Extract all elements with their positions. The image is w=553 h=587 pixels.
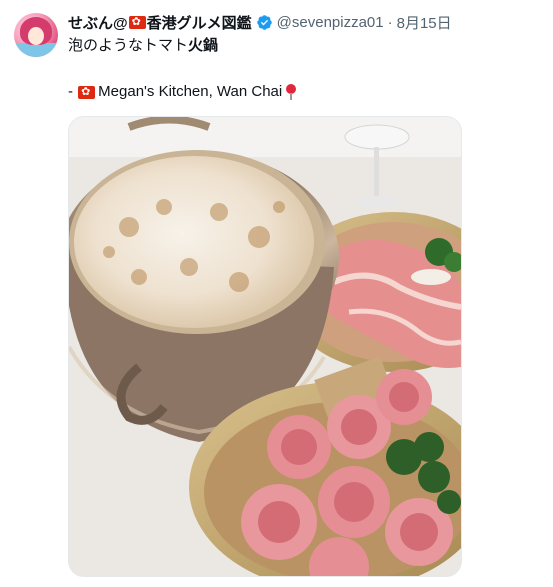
hong-kong-flag-icon	[128, 14, 146, 30]
wine-glass-stem	[374, 147, 379, 197]
location-text: Megan's Kitchen, Wan Chai	[98, 83, 283, 100]
display-name[interactable]: せぶん@ 香港グルメ図鑑	[68, 12, 273, 33]
avatar-face	[28, 27, 44, 45]
tweet-photo[interactable]	[68, 116, 462, 577]
wine-glass	[344, 124, 410, 150]
tweet-text-bold: 火鍋	[188, 37, 219, 54]
avatar[interactable]	[14, 13, 58, 57]
separator: ·	[387, 13, 393, 31]
tweet-text-line2: - Megan's Kitchen, Wan Chai	[68, 82, 297, 102]
tweet-date[interactable]: 8月15日	[397, 12, 452, 33]
round-pushpin-icon	[285, 84, 297, 100]
tweet-text-line1: 泡のようなトマト火鍋	[68, 36, 218, 56]
tweet-header: せぶん@ 香港グルメ図鑑 @sevenpizza01 · 8月15日	[68, 11, 452, 33]
user-handle[interactable]: @sevenpizza01	[277, 14, 384, 31]
tomato-foam	[74, 156, 314, 328]
avatar-background	[14, 43, 58, 57]
verified-badge-icon	[256, 14, 272, 30]
display-name-part2: 香港グルメ図鑑	[146, 14, 252, 32]
onion-garnish	[411, 269, 451, 285]
wine-glass-base	[355, 196, 399, 208]
display-name-part1: せぶん@	[68, 14, 128, 32]
hong-kong-flag-icon	[78, 84, 96, 100]
tweet-text-plain: 泡のようなトマト	[68, 37, 189, 54]
hotpot-photo-illustration	[69, 117, 461, 576]
line2-prefix: -	[68, 83, 78, 100]
